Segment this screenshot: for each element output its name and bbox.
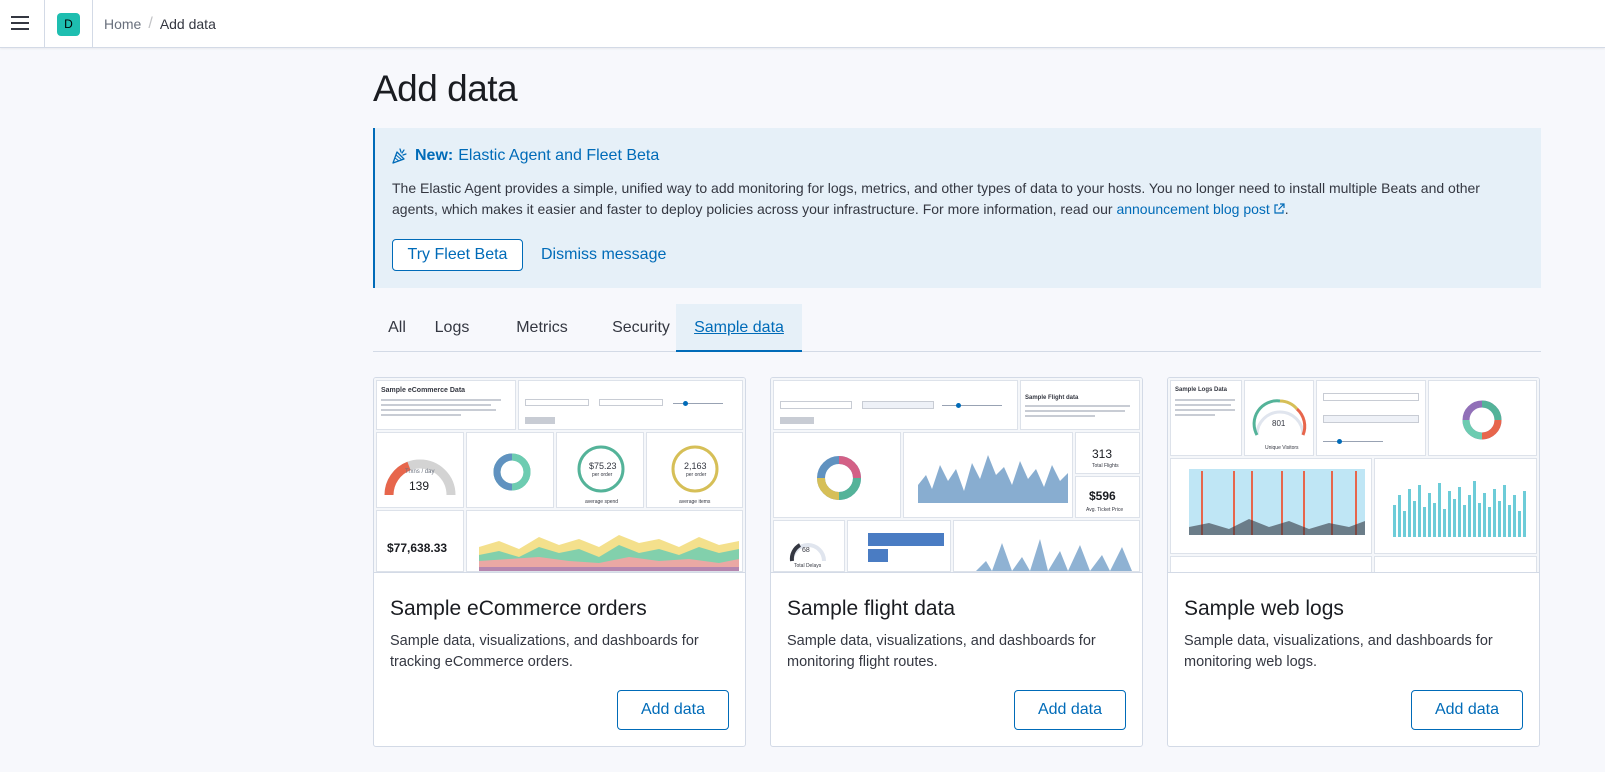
- header-divider: [92, 0, 93, 48]
- thumb-response-codes-panel: [1170, 458, 1372, 554]
- add-web-logs-data-button[interactable]: Add data: [1411, 690, 1523, 730]
- thumb-delays-label: Total Delays: [794, 563, 822, 569]
- thumb-donut-panel: [1428, 380, 1537, 456]
- thumb-heading: Sample Logs Data: [1175, 387, 1228, 393]
- breadcrumb: Home / Add data: [104, 15, 216, 33]
- announcement-link-text: announcement blog post: [1116, 201, 1270, 217]
- top-header: D Home / Add data: [0, 0, 1605, 48]
- thumb-delays: 68: [802, 547, 810, 554]
- card-description: Sample data, visualizations, and dashboa…: [390, 633, 699, 670]
- space-avatar[interactable]: D: [57, 13, 80, 36]
- card-title: Sample flight data: [787, 597, 956, 620]
- thumb-total-flights: 313: [1092, 447, 1113, 461]
- page-title: Add data: [373, 68, 518, 109]
- thumb-gauge-value: 801: [1272, 419, 1286, 428]
- thumb-gauge-label: Unique Visitors: [1265, 445, 1299, 451]
- breadcrumb-separator: /: [148, 15, 153, 32]
- callout-body: The Elastic Agent provides a simple, uni…: [392, 178, 1522, 220]
- callout-body-end: .: [1284, 201, 1289, 217]
- card-title: Sample web logs: [1184, 597, 1344, 620]
- thumb-file-type-panel: [1170, 556, 1372, 572]
- tab-security[interactable]: Security: [593, 304, 689, 352]
- ecommerce-dashboard-thumbnail: Sample eCommerce Data Trxns / day 139 $7…: [374, 378, 745, 573]
- callout-title-text: Elastic Agent and Fleet Beta: [458, 147, 660, 164]
- add-flight-data-button[interactable]: Add data: [1014, 690, 1126, 730]
- thumb-revenue: $77,638.33: [387, 541, 448, 555]
- thumb-gauge-label: Trxns / day: [405, 469, 435, 475]
- thumb-donut-panel: [466, 432, 554, 508]
- thumb-controls-panel: [518, 380, 743, 430]
- thumb-gauge-panel: 801 Unique Visitors: [1244, 380, 1314, 456]
- header-divider: [44, 0, 45, 48]
- thumb-delay-bars-panel: [847, 520, 951, 572]
- thumb-ticket-price-label: Avg. Ticket Price: [1086, 507, 1124, 513]
- thumb-controls-panel: [1316, 380, 1426, 456]
- try-fleet-button[interactable]: Try Fleet Beta: [392, 239, 523, 271]
- thumb-visitors-bars-panel: [1374, 458, 1537, 554]
- thumb-avg-items-panel: 2,163 per order average items: [646, 432, 743, 508]
- thumb-markdown-panel: Sample Flight data: [1020, 380, 1140, 430]
- external-link-icon: [1274, 203, 1285, 214]
- callout-title-new: New:: [415, 147, 454, 164]
- thumb-avg-items-sub: per order: [686, 472, 707, 478]
- thumb-gauge-panel: Trxns / day 139: [376, 432, 464, 508]
- add-ecommerce-data-button[interactable]: Add data: [617, 690, 729, 730]
- sample-web-logs-card: Sample Logs Data 801 Unique Visitors Sam…: [1167, 377, 1540, 747]
- sample-flight-card: Sample Flight data 313 Total Flights $59…: [770, 377, 1143, 747]
- thumb-markdown-panel: Sample eCommerce Data: [376, 380, 516, 430]
- thumb-total-flights-panel: 313 Total Flights: [1075, 432, 1140, 474]
- tab-logs[interactable]: Logs: [423, 304, 481, 352]
- web-logs-dashboard-thumbnail: Sample Logs Data 801 Unique Visitors: [1168, 378, 1539, 573]
- tab-all[interactable]: All: [373, 304, 421, 352]
- thumb-markdown-panel: Sample Logs Data: [1170, 380, 1242, 456]
- thumb-avg-items-label: average items: [679, 499, 711, 505]
- tab-metrics[interactable]: Metrics: [493, 304, 591, 352]
- thumb-gauge-value: 139: [409, 479, 430, 493]
- cheer-icon: [392, 148, 407, 164]
- thumb-airline-donut-panel: [773, 432, 901, 518]
- thumb-avg-price-panel: $75.23 per order average spend: [556, 432, 644, 508]
- callout-title: New: Elastic Agent and Fleet Beta: [391, 146, 659, 166]
- tab-bar: All Logs Metrics Security Sample data: [373, 304, 1541, 352]
- thumb-avg-price-sub: per order: [592, 472, 613, 478]
- tab-sample-data[interactable]: Sample data: [676, 304, 802, 352]
- thumb-revenue-panel: $77,638.33: [376, 510, 464, 572]
- announcement-link[interactable]: announcement blog post: [1116, 201, 1285, 217]
- thumb-flight-area-panel: [903, 432, 1073, 518]
- thumb-avg-price: $75.23: [589, 461, 617, 471]
- thumb-avg-items: 2,163: [684, 461, 707, 471]
- thumb-controls-panel: [773, 380, 1018, 430]
- thumb-cancellations-panel: [953, 520, 1140, 572]
- thumb-total-flights-label: Total Flights: [1092, 463, 1119, 469]
- thumb-ticket-price-panel: $596 Avg. Ticket Price: [1075, 476, 1140, 518]
- thumb-avg-price-label: average spend: [585, 499, 619, 505]
- dismiss-message-button[interactable]: Dismiss message: [541, 239, 666, 271]
- card-description: Sample data, visualizations, and dashboa…: [787, 633, 1096, 670]
- breadcrumb-current: Add data: [159, 16, 216, 32]
- flight-dashboard-thumbnail: Sample Flight data 313 Total Flights $59…: [771, 378, 1142, 573]
- callout-body-text: The Elastic Agent provides a simple, uni…: [392, 180, 1480, 217]
- card-title: Sample eCommerce orders: [390, 597, 647, 620]
- thumb-host-table-panel: [1374, 556, 1537, 572]
- thumb-ticket-price: $596: [1089, 489, 1116, 503]
- thumb-delays-panel: 68 Total Delays: [773, 520, 845, 572]
- menu-icon[interactable]: [11, 15, 29, 31]
- thumb-heading: Sample Flight data: [1025, 395, 1079, 401]
- thumb-area-chart-panel: [466, 510, 743, 572]
- fleet-callout: New: Elastic Agent and Fleet Beta The El…: [373, 128, 1541, 288]
- thumb-heading: Sample eCommerce Data: [381, 387, 466, 394]
- card-description: Sample data, visualizations, and dashboa…: [1184, 633, 1493, 670]
- sample-ecommerce-card: Sample eCommerce Data Trxns / day 139 $7…: [373, 377, 746, 747]
- breadcrumb-home[interactable]: Home: [104, 15, 141, 33]
